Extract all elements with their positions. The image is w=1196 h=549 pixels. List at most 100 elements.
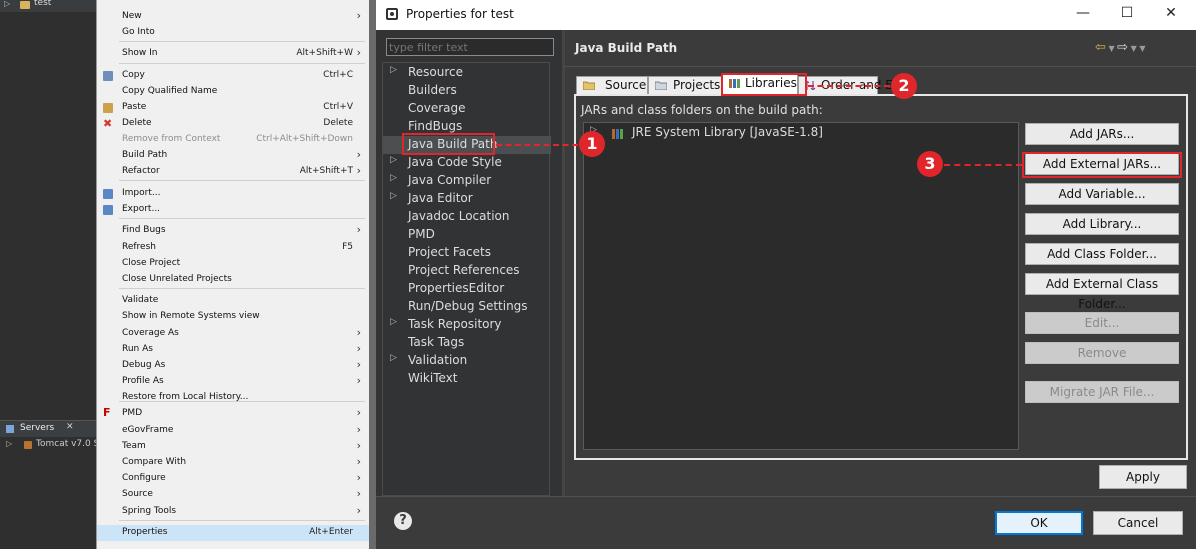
nav-item-resource[interactable]: ▷ Resource xyxy=(383,64,551,82)
apply-button[interactable]: Apply xyxy=(1099,465,1187,489)
step-2-badge: 2 xyxy=(891,73,917,99)
nav-item-task-repository[interactable]: ▷ Task Repository xyxy=(383,316,551,334)
nav-item-java-compiler[interactable]: ▷ Java Compiler xyxy=(383,172,551,190)
nav-item-task-tags[interactable]: Task Tags xyxy=(383,334,551,352)
submenu-arrow-icon: › xyxy=(356,504,361,517)
nav-item-label: Java Compiler xyxy=(408,173,492,187)
submenu-arrow-icon: › xyxy=(356,487,361,500)
add-jars-button[interactable]: Add JARs... xyxy=(1025,123,1179,145)
project-tree-item[interactable]: ▷ test xyxy=(0,0,96,12)
nav-item-javadoc-location[interactable]: Javadoc Location xyxy=(383,208,551,226)
menu-item-go-into[interactable]: Go Into xyxy=(97,25,369,41)
menu-item-remove-from-context[interactable]: Remove from Context Ctrl+Alt+Shift+Down xyxy=(97,132,369,148)
forward-arrow-icon[interactable]: ⇨ xyxy=(1117,40,1128,55)
remove-button[interactable]: Remove xyxy=(1025,342,1179,364)
menu-item-properties[interactable]: Properties Alt+Enter xyxy=(97,525,369,541)
nav-item-project-facets[interactable]: Project Facets xyxy=(383,244,551,262)
nav-item-validation[interactable]: ▷ Validation xyxy=(383,352,551,370)
menu-item-team[interactable]: Team › xyxy=(97,439,369,455)
nav-item-pmd[interactable]: PMD xyxy=(383,226,551,244)
menu-item-pmd[interactable]: F PMD › xyxy=(97,406,369,422)
menu-item-show-in[interactable]: Show In Alt+Shift+W › xyxy=(97,46,369,62)
help-icon[interactable]: ? xyxy=(394,512,412,530)
menu-item-refactor[interactable]: Refactor Alt+Shift+T › xyxy=(97,164,369,180)
menu-item-egovframe[interactable]: eGovFrame › xyxy=(97,423,369,439)
menu-separator xyxy=(119,288,365,289)
add-external-class-folder-button[interactable]: Add External Class Folder... xyxy=(1025,273,1179,311)
menu-item-copy-qualified-name[interactable]: Copy Qualified Name xyxy=(97,84,369,100)
expand-arrow-icon[interactable]: ▷ xyxy=(390,65,397,75)
build-path-list[interactable]: ▷ JRE System Library [JavaSE-1.8] xyxy=(583,122,1019,450)
nav-item-run-debug-settings[interactable]: Run/Debug Settings xyxy=(383,298,551,316)
minimize-icon[interactable]: — xyxy=(1068,5,1098,25)
menu-item-paste[interactable]: Paste Ctrl+V xyxy=(97,100,369,116)
menu-item-close-project[interactable]: Close Project xyxy=(97,256,369,272)
tab-projects[interactable]: Projects xyxy=(648,76,722,94)
menu-item-delete[interactable]: ✖ Delete Delete xyxy=(97,116,369,132)
menu-item-profile-as[interactable]: Profile As › xyxy=(97,374,369,390)
nav-item-propertieseditor[interactable]: PropertiesEditor xyxy=(383,280,551,298)
expand-arrow-icon[interactable]: ▷ xyxy=(390,155,397,165)
menu-item-debug-as[interactable]: Debug As › xyxy=(97,358,369,374)
nav-item-project-references[interactable]: Project References xyxy=(383,262,551,280)
chevron-down-icon[interactable]: ▼ xyxy=(1106,44,1117,53)
nav-item-wikitext[interactable]: WikiText xyxy=(383,370,551,388)
menu-item-spring-tools[interactable]: Spring Tools › xyxy=(97,504,369,520)
nav-item-label: Project References xyxy=(408,263,520,277)
menu-item-new[interactable]: New › xyxy=(97,9,369,25)
edit-button[interactable]: Edit... xyxy=(1025,312,1179,334)
close-icon[interactable]: ✕ xyxy=(66,422,74,432)
nav-item-label: Java Code Style xyxy=(408,155,502,169)
nav-item-java-code-style[interactable]: ▷ Java Code Style xyxy=(383,154,551,172)
menu-item-coverage-as[interactable]: Coverage As › xyxy=(97,326,369,342)
history-nav: ⇦ ▼ ⇨ ▼ ▼ xyxy=(1095,40,1145,55)
view-menu-icon[interactable]: ▼ xyxy=(1139,44,1145,53)
add-class-folder-button[interactable]: Add Class Folder... xyxy=(1025,243,1179,265)
menu-item-validate[interactable]: Validate xyxy=(97,293,369,309)
nav-item-coverage[interactable]: Coverage xyxy=(383,100,551,118)
nav-item-label: PropertiesEditor xyxy=(408,281,505,295)
menu-item-label: Profile As xyxy=(122,376,164,386)
migrate-jar-button[interactable]: Migrate JAR File... xyxy=(1025,381,1179,403)
menu-item-build-path[interactable]: Build Path › xyxy=(97,148,369,164)
menu-item-configure[interactable]: Configure › xyxy=(97,471,369,487)
menu-item-refresh[interactable]: Refresh F5 xyxy=(97,240,369,256)
menu-item-label: Compare With xyxy=(122,457,187,467)
nav-item-label: Validation xyxy=(408,353,468,367)
tab-source[interactable]: Source xyxy=(576,76,648,94)
expand-arrow-icon[interactable]: ▷ xyxy=(390,191,397,201)
menu-item-run-as[interactable]: Run As › xyxy=(97,342,369,358)
menu-item-copy[interactable]: Copy Ctrl+C xyxy=(97,68,369,84)
menu-item-compare-with[interactable]: Compare With › xyxy=(97,455,369,471)
ok-button[interactable]: OK xyxy=(995,511,1083,535)
expand-arrow-icon[interactable]: ▷ xyxy=(390,173,397,183)
filter-input[interactable] xyxy=(386,38,554,56)
nav-item-java-editor[interactable]: ▷ Java Editor xyxy=(383,190,551,208)
menu-item-source[interactable]: Source › xyxy=(97,487,369,503)
server-item[interactable]: ▷ Tomcat v7.0 Se xyxy=(0,438,105,452)
expand-arrow-icon[interactable]: ▷ xyxy=(4,0,10,8)
cancel-button[interactable]: Cancel xyxy=(1093,511,1183,535)
expand-arrow-icon[interactable]: ▷ xyxy=(390,353,397,363)
servers-view-tab[interactable]: Servers ✕ xyxy=(0,420,96,437)
maximize-icon[interactable]: ☐ xyxy=(1112,5,1142,25)
add-library-button[interactable]: Add Library... xyxy=(1025,213,1179,235)
nav-item-builders[interactable]: Builders xyxy=(383,82,551,100)
menu-item-label: Configure xyxy=(122,473,166,483)
expand-arrow-icon[interactable]: ▷ xyxy=(390,317,397,327)
menu-item-show-in-remote-systems-view[interactable]: Show in Remote Systems view xyxy=(97,309,369,325)
servers-icon xyxy=(6,425,14,433)
chevron-down-icon[interactable]: ▼ xyxy=(1128,44,1139,53)
close-icon[interactable]: ✕ xyxy=(1156,5,1186,25)
menu-item-restore-from-local-history[interactable]: Restore from Local History... xyxy=(97,390,369,406)
menu-item-find-bugs[interactable]: Find Bugs › xyxy=(97,223,369,239)
menu-item-export[interactable]: Export... xyxy=(97,202,369,218)
back-arrow-icon[interactable]: ⇦ xyxy=(1095,40,1106,55)
menu-item-import[interactable]: Import... xyxy=(97,186,369,202)
add-variable-button[interactable]: Add Variable... xyxy=(1025,183,1179,205)
menu-item-close-unrelated-projects[interactable]: Close Unrelated Projects xyxy=(97,272,369,288)
expand-arrow-icon[interactable]: ▷ xyxy=(6,439,12,448)
property-page: Java Build Path ⇦ ▼ ⇨ ▼ ▼ Source Project… xyxy=(565,30,1196,496)
menu-item-shortcut: F5 xyxy=(342,242,353,252)
menu-item-label: Debug As xyxy=(122,360,166,370)
